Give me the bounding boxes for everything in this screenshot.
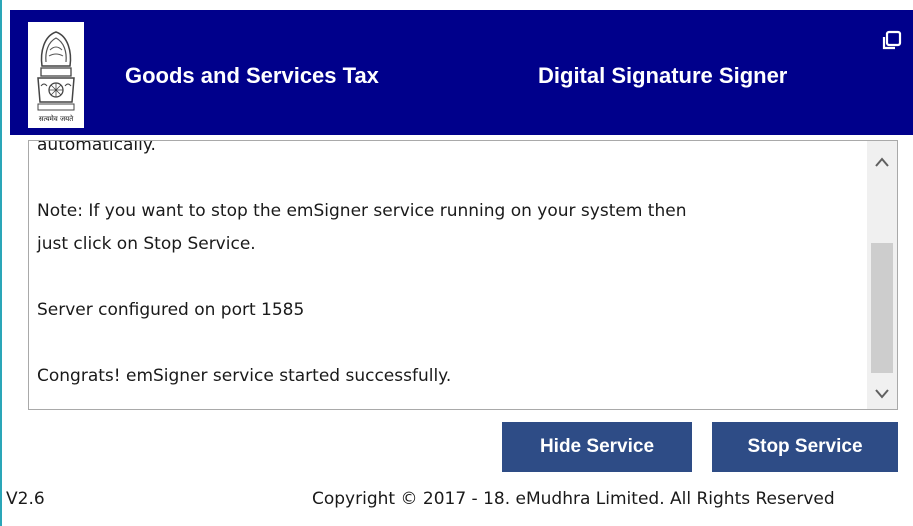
emblem-caption: सत्यमेव जयते: [38, 115, 74, 123]
stop-service-button[interactable]: Stop Service: [712, 422, 898, 472]
app-header: सत्यमेव जयते Goods and Services Tax Digi…: [10, 10, 913, 135]
service-log-textbox[interactable]: automatically. Note: If you want to stop…: [28, 140, 898, 410]
state-emblem-icon: [28, 22, 84, 128]
log-line: [37, 327, 867, 360]
log-line: just click on Stop Service.: [37, 234, 256, 254]
copyright-text: Copyright © 2017 - 18. eMudhra Limited. …: [312, 489, 835, 509]
vertical-scrollbar[interactable]: [867, 141, 897, 409]
log-line: automatically.: [37, 140, 156, 155]
emblem-logo: सत्यमेव जयते: [28, 22, 84, 128]
hide-service-button[interactable]: Hide Service: [502, 422, 692, 472]
scroll-down-arrow-icon[interactable]: [867, 379, 897, 409]
log-line: Congrats! emSigner service started succe…: [37, 366, 452, 386]
log-line: Note: If you want to stop the emSigner s…: [37, 201, 687, 221]
window-border: [0, 0, 10, 526]
version-label: V2.6: [6, 489, 45, 509]
log-line: [37, 162, 867, 195]
header-title: Goods and Services Tax: [125, 63, 379, 88]
log-text: automatically. Note: If you want to stop…: [37, 140, 867, 393]
header-subtitle: Digital Signature Signer: [538, 63, 788, 88]
restore-window-icon[interactable]: [880, 30, 902, 52]
log-line: Server configured on port 1585: [37, 300, 305, 320]
scroll-up-arrow-icon[interactable]: [867, 147, 897, 177]
scrollbar-thumb[interactable]: [871, 243, 893, 373]
log-line: [37, 261, 867, 294]
